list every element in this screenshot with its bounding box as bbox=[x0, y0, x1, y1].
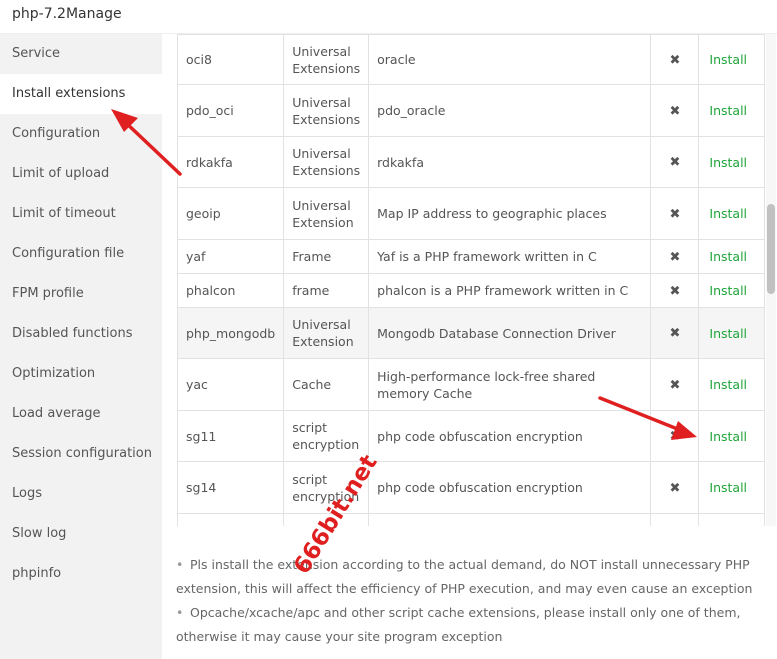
table-row-partial bbox=[177, 513, 765, 526]
sidebar-item-service[interactable]: Service bbox=[0, 34, 162, 74]
extension-name: pdo_oci bbox=[177, 84, 285, 137]
sidebar-item-load-average[interactable]: Load average bbox=[0, 394, 162, 434]
extension-name: oci8 bbox=[177, 34, 285, 85]
extension-type: Universal Extensions bbox=[283, 34, 370, 85]
extension-name: yac bbox=[177, 358, 285, 411]
install-button[interactable]: Install bbox=[709, 249, 747, 264]
install-button[interactable]: Install bbox=[709, 480, 747, 495]
install-button[interactable]: Install bbox=[709, 429, 747, 444]
extension-description: php code obfuscation encryption bbox=[368, 461, 652, 514]
table-row: yac Cache High-performance lock-free sha… bbox=[177, 358, 765, 411]
extension-type: Frame bbox=[283, 239, 370, 274]
sidebar-item-configuration[interactable]: Configuration bbox=[0, 114, 162, 154]
install-button[interactable]: Install bbox=[709, 52, 747, 67]
table-row: sg14 script encryption php code obfuscat… bbox=[177, 461, 765, 514]
bullet-icon: • bbox=[176, 557, 184, 572]
extension-description: High-performance lock-free shared memory… bbox=[368, 358, 652, 411]
extensions-table: oci8 Universal Extensions oracle ✖ Insta… bbox=[177, 34, 765, 526]
extensions-table-scroll-area[interactable]: oci8 Universal Extensions oracle ✖ Insta… bbox=[177, 34, 765, 526]
close-icon: ✖ bbox=[669, 283, 681, 299]
sidebar-item-install-extensions[interactable]: Install extensions bbox=[0, 74, 162, 114]
sidebar-item-limit-of-upload[interactable]: Limit of upload bbox=[0, 154, 162, 194]
note-item: • Opcache/xcache/apc and other script cac… bbox=[176, 601, 772, 649]
sidebar-item-optimization[interactable]: Optimization bbox=[0, 354, 162, 394]
sidebar-item-session-configuration[interactable]: Session configuration bbox=[0, 434, 162, 474]
install-button[interactable]: Install bbox=[709, 326, 747, 341]
install-button[interactable]: Install bbox=[709, 283, 747, 298]
sidebar: Service Install extensions Configuration… bbox=[0, 34, 162, 659]
window-title: php-7.2Manage bbox=[12, 6, 122, 22]
notes: • Pls install the extension according to … bbox=[176, 553, 772, 649]
sidebar-item-configuration-file[interactable]: Configuration file bbox=[0, 234, 162, 274]
window-titlebar: php-7.2Manage bbox=[0, 0, 777, 34]
table-row: php_mongodb Universal Extension Mongodb … bbox=[177, 307, 765, 359]
table-row: yaf Frame Yaf is a PHP framework written… bbox=[177, 239, 765, 274]
table-row: pdo_oci Universal Extensions pdo_oracle … bbox=[177, 84, 765, 137]
close-icon: ✖ bbox=[669, 103, 681, 119]
table-row: rdkakfa Universal Extensions rdkakfa ✖ I… bbox=[177, 136, 765, 188]
sidebar-item-phpinfo[interactable]: phpinfo bbox=[0, 554, 162, 594]
table-scrollbar[interactable] bbox=[766, 34, 776, 526]
close-icon: ✖ bbox=[669, 326, 681, 341]
extension-type: frame bbox=[283, 273, 370, 308]
extension-description: Yaf is a PHP framework written in C bbox=[368, 239, 652, 274]
table-row: oci8 Universal Extensions oracle ✖ Insta… bbox=[177, 34, 765, 85]
bullet-icon: • bbox=[176, 605, 184, 620]
extension-description: Mongodb Database Connection Driver bbox=[368, 307, 652, 359]
extension-name: yaf bbox=[177, 239, 285, 274]
extension-type: script encryption bbox=[283, 410, 370, 462]
extension-type: Universal Extension bbox=[283, 187, 370, 240]
extension-name: rdkakfa bbox=[177, 136, 285, 188]
extension-name: sg11 bbox=[177, 410, 285, 462]
extension-description: php code obfuscation encryption bbox=[368, 410, 652, 462]
table-row: sg11 script encryption php code obfuscat… bbox=[177, 410, 765, 462]
close-icon: ✖ bbox=[669, 52, 681, 68]
sidebar-item-disabled-functions[interactable]: Disabled functions bbox=[0, 314, 162, 354]
extension-description: pdo_oracle bbox=[368, 84, 652, 137]
close-icon: ✖ bbox=[669, 155, 681, 170]
extension-description: rdkakfa bbox=[368, 136, 652, 188]
scrollbar-thumb[interactable] bbox=[767, 204, 775, 294]
sidebar-item-logs[interactable]: Logs bbox=[0, 474, 162, 514]
extension-description: phalcon is a PHP framework written in C bbox=[368, 273, 652, 308]
close-icon: ✖ bbox=[669, 377, 681, 393]
note-item: • Pls install the extension according to … bbox=[176, 553, 772, 601]
table-row: geoip Universal Extension Map IP address… bbox=[177, 187, 765, 240]
extension-name: geoip bbox=[177, 187, 285, 240]
install-button[interactable]: Install bbox=[709, 155, 747, 170]
extension-name: php_mongodb bbox=[177, 307, 285, 359]
close-icon: ✖ bbox=[669, 249, 681, 265]
close-icon: ✖ bbox=[669, 429, 681, 444]
extension-type: Universal Extensions bbox=[283, 84, 370, 137]
sidebar-item-slow-log[interactable]: Slow log bbox=[0, 514, 162, 554]
extension-description: oracle bbox=[368, 34, 652, 85]
install-button[interactable]: Install bbox=[709, 206, 747, 221]
sidebar-item-fpm-profile[interactable]: FPM profile bbox=[0, 274, 162, 314]
extension-name: sg14 bbox=[177, 461, 285, 514]
install-button[interactable]: Install bbox=[709, 103, 747, 118]
close-icon: ✖ bbox=[669, 480, 681, 496]
extension-description: Map IP address to geographic places bbox=[368, 187, 652, 240]
extension-type: Universal Extensions bbox=[283, 136, 370, 188]
sidebar-item-limit-of-timeout[interactable]: Limit of timeout bbox=[0, 194, 162, 234]
extension-type: Universal Extension bbox=[283, 307, 370, 359]
close-icon: ✖ bbox=[669, 206, 681, 222]
extension-type: Cache bbox=[283, 358, 370, 411]
install-button[interactable]: Install bbox=[709, 377, 747, 392]
table-row: phalcon frame phalcon is a PHP framework… bbox=[177, 273, 765, 308]
extension-name: phalcon bbox=[177, 273, 285, 308]
